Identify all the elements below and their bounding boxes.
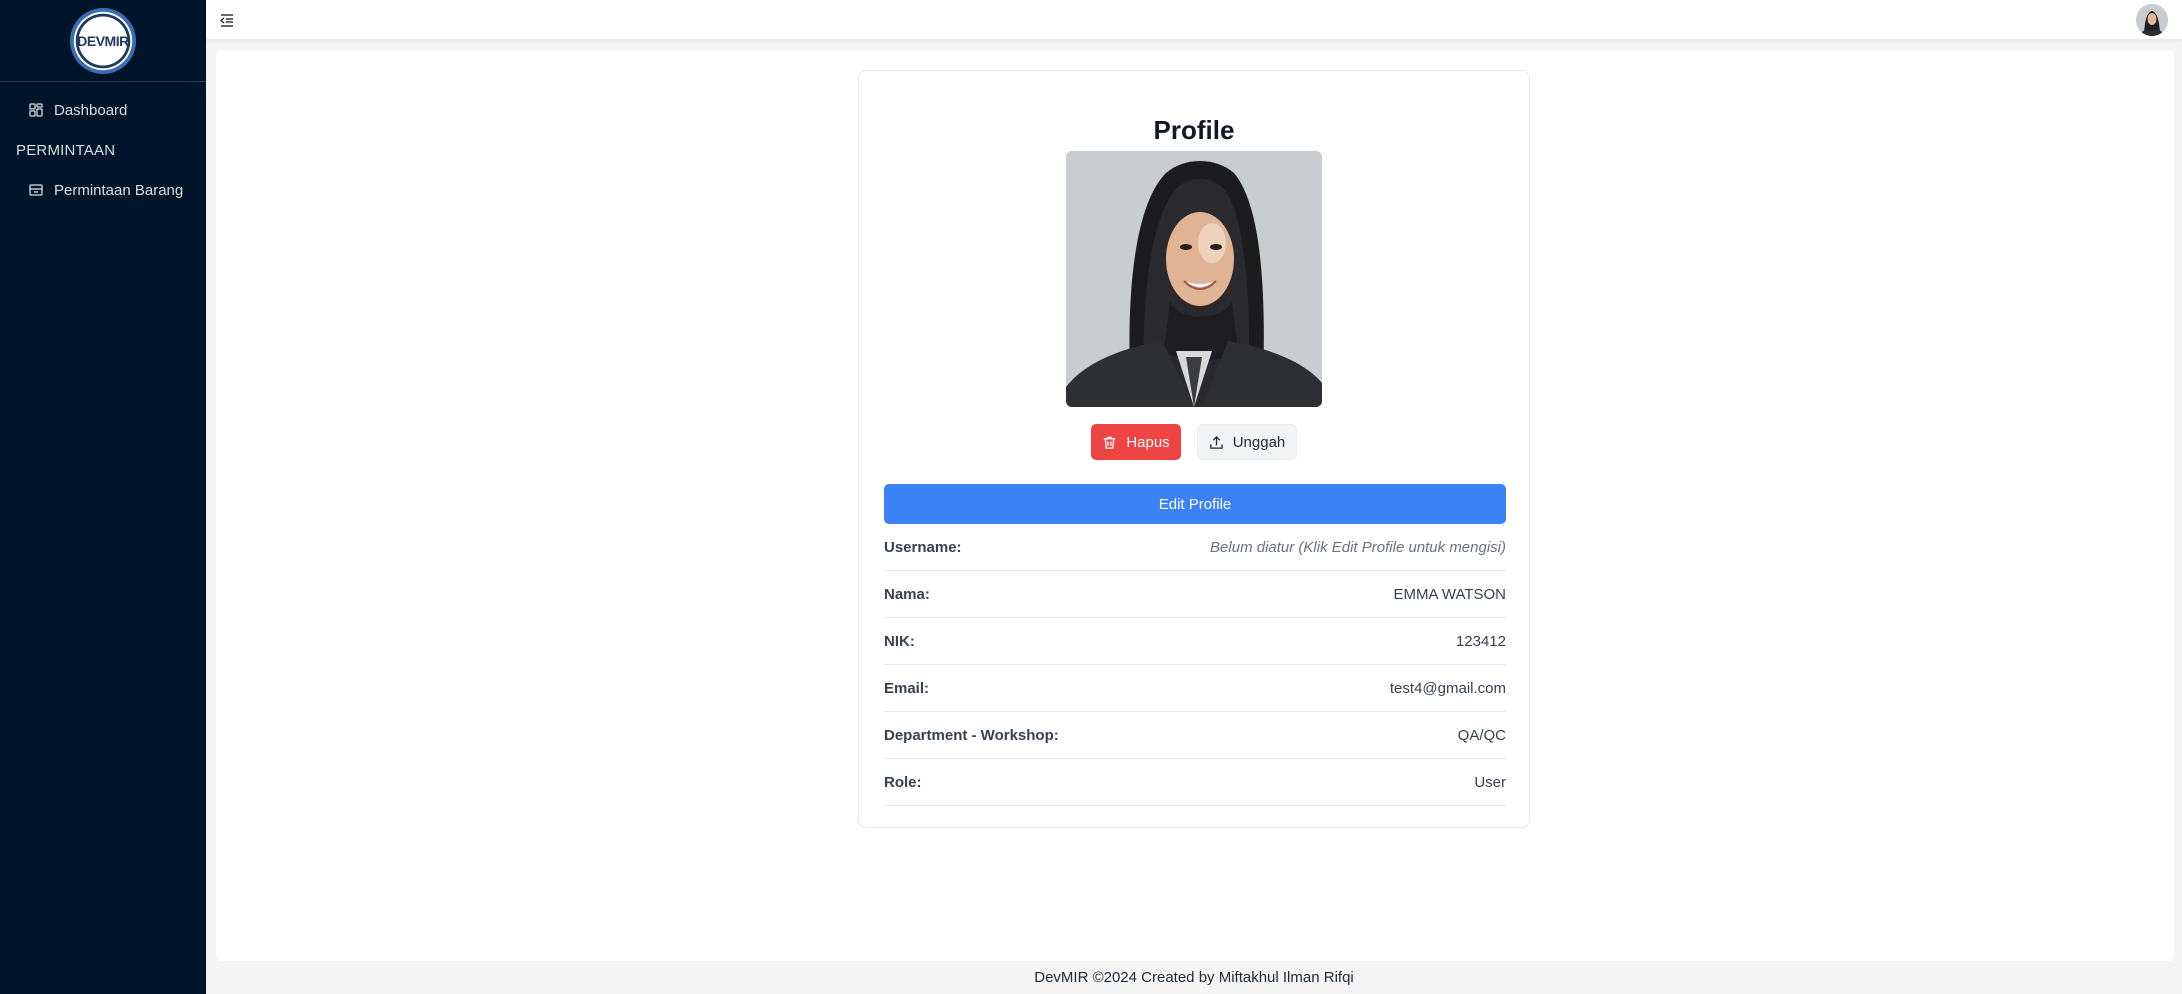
detail-row-department: Department - Workshop: QA/QC bbox=[884, 712, 1506, 759]
page-title: Profile bbox=[1153, 115, 1235, 145]
delete-label: Hapus bbox=[1126, 433, 1170, 451]
detail-row-role: Role: User bbox=[884, 759, 1506, 806]
detail-row-email: Email: test4@gmail.com bbox=[884, 665, 1506, 712]
field-value: EMMA WATSON bbox=[1393, 585, 1507, 603]
profile-photo bbox=[1066, 151, 1322, 407]
field-label: Department - Workshop: bbox=[884, 726, 1059, 744]
field-value: Belum diatur (Klik Edit Profile untuk me… bbox=[1210, 538, 1506, 556]
field-value: test4@gmail.com bbox=[1389, 679, 1506, 697]
sidebar-item-label: Dashboard bbox=[54, 101, 128, 119]
sidebar-item-label: Permintaan Barang bbox=[54, 181, 184, 199]
upload-icon bbox=[1209, 435, 1224, 450]
sidebar-item-permintaan-barang[interactable]: Permintaan Barang bbox=[0, 170, 206, 210]
field-value: 123412 bbox=[1455, 632, 1506, 650]
field-label: Nama: bbox=[884, 585, 930, 603]
sidebar: DEVMIR Dashboard PERMINTAAN Permintaan B… bbox=[0, 0, 206, 994]
field-value: QA/QC bbox=[1457, 726, 1506, 744]
main-content: Profile Hapus Unggah Edit Profile Userna… bbox=[216, 50, 2174, 961]
field-label: NIK: bbox=[884, 632, 915, 650]
edit-profile-button[interactable]: Edit Profile bbox=[884, 484, 1506, 524]
dashboard-icon bbox=[28, 102, 44, 118]
menu-group-title: PERMINTAAN bbox=[16, 141, 116, 159]
field-label: Email: bbox=[884, 679, 930, 697]
devmir-logo[interactable]: DEVMIR bbox=[70, 7, 136, 74]
top-header bbox=[206, 0, 2182, 40]
detail-row-nik: NIK: 123412 bbox=[884, 618, 1506, 665]
field-value: User bbox=[1474, 773, 1506, 791]
detail-row-username: Username: Belum diatur (Klik Edit Profil… bbox=[884, 524, 1506, 571]
user-avatar[interactable] bbox=[2136, 4, 2168, 36]
sidebar-item-dashboard[interactable]: Dashboard bbox=[0, 90, 206, 130]
menu-fold-icon[interactable] bbox=[218, 11, 236, 29]
detail-row-nama: Nama: EMMA WATSON bbox=[884, 571, 1506, 618]
trash-icon bbox=[1102, 435, 1117, 450]
profile-details: Username: Belum diatur (Klik Edit Profil… bbox=[884, 524, 1506, 806]
logo-text: DEVMIR bbox=[77, 32, 129, 49]
delete-photo-button[interactable]: Hapus bbox=[1091, 424, 1181, 460]
logo-area: DEVMIR bbox=[0, 0, 206, 82]
field-label: Username: bbox=[884, 538, 962, 556]
footer: DevMIR ©2024 Created by Miftakhul Ilman … bbox=[1034, 969, 1354, 986]
upload-label: Unggah bbox=[1232, 433, 1286, 451]
profile-card: Profile Hapus Unggah Edit Profile Userna… bbox=[858, 70, 1530, 828]
inbox-icon bbox=[28, 182, 44, 198]
upload-photo-button[interactable]: Unggah bbox=[1197, 424, 1297, 460]
field-label: Role: bbox=[884, 773, 922, 791]
